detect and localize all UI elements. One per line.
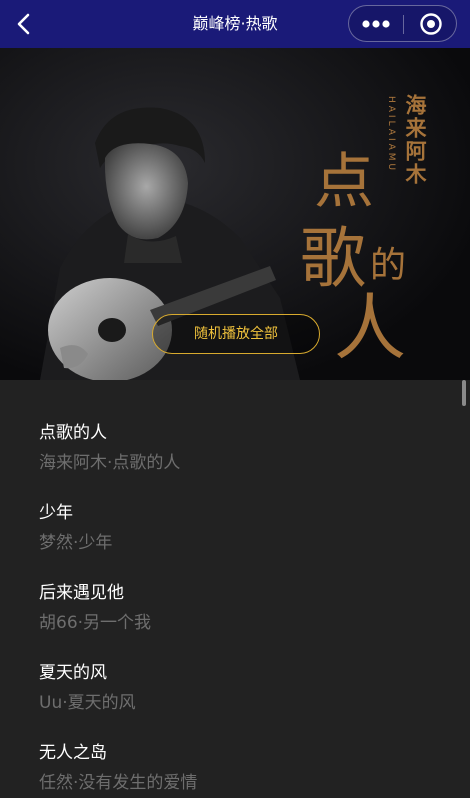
song-list: 点歌的人 海来阿木·点歌的人 少年 梦然·少年 后来遇见他 胡66·另一个我 夏… — [0, 380, 470, 798]
mini-program-capsule — [348, 5, 457, 42]
album-title-char-4: 人 — [334, 286, 407, 370]
album-title-char-3: 的 — [370, 245, 407, 286]
song-title: 夏天的风 — [39, 663, 107, 683]
album-title-char-1: 点 — [314, 147, 374, 217]
album-title-char-2: 歌 — [300, 220, 366, 297]
song-artist-album: Uu·夏天的风 — [39, 693, 136, 713]
more-options-button[interactable] — [349, 6, 403, 41]
shuffle-play-all-button[interactable]: 随机播放全部 — [152, 314, 320, 354]
song-item[interactable]: 夏天的风 Uu·夏天的风 — [0, 658, 458, 738]
song-artist-album: 胡66·另一个我 — [39, 613, 152, 633]
song-artist-album: 任然·没有发生的爱情 — [39, 773, 198, 793]
song-item[interactable]: 后来遇见他 胡66·另一个我 — [0, 578, 458, 658]
song-title: 无人之岛 — [39, 743, 107, 763]
song-artist-album: 海来阿木·点歌的人 — [39, 453, 181, 473]
song-title: 点歌的人 — [39, 423, 107, 443]
top-navigation-bar: 巅峰榜·热歌 — [0, 0, 470, 48]
target-circle-icon — [419, 12, 442, 35]
song-title: 后来遇见他 — [39, 583, 124, 603]
artist-name-text: 海来阿木 — [403, 94, 428, 186]
song-item[interactable]: 点歌的人 海来阿木·点歌的人 — [0, 418, 458, 498]
back-button[interactable] — [8, 8, 40, 40]
song-item[interactable]: 无人之岛 任然·没有发生的爱情 — [0, 738, 458, 798]
album-banner: HAILAIAMU 海来阿木 点 歌 的 人 随机播放全部 — [0, 48, 470, 380]
chevron-left-icon — [17, 13, 30, 35]
song-title: 少年 — [39, 503, 73, 523]
artist-pinyin-text: HAILAIAMU — [386, 96, 396, 174]
more-dots-icon — [362, 19, 390, 28]
song-item[interactable]: 少年 梦然·少年 — [0, 498, 458, 578]
song-list-scrollbar[interactable] — [462, 380, 466, 406]
song-artist-album: 梦然·少年 — [39, 533, 113, 553]
close-mini-program-button[interactable] — [404, 6, 457, 41]
